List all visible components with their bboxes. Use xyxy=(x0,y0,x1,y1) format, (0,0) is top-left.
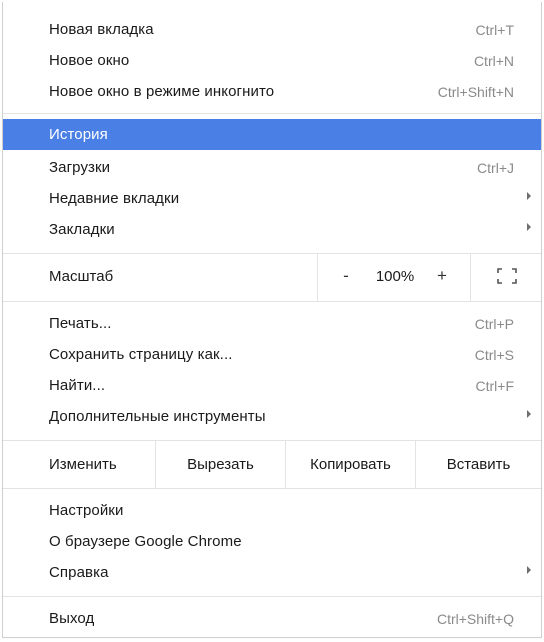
zoom-row: Масштаб - 100% + xyxy=(3,253,541,301)
menu-item-history[interactable]: История xyxy=(3,119,541,150)
chrome-main-menu: Новая вкладка Ctrl+T Новое окно Ctrl+N Н… xyxy=(2,2,542,638)
menu-separator xyxy=(3,301,541,302)
shortcut-label: Ctrl+J xyxy=(477,159,514,176)
menu-item-label: Справка xyxy=(49,564,109,581)
menu-item-label: Дополнительные инструменты xyxy=(49,408,266,425)
menu-item-label: Настройки xyxy=(49,502,124,519)
menu-item-label: Печать... xyxy=(49,315,112,332)
zoom-in-button[interactable]: + xyxy=(432,266,452,286)
shortcut-label: Ctrl+S xyxy=(474,346,514,363)
menu-item-more-tools[interactable]: Дополнительные инструменты xyxy=(3,401,541,432)
zoom-level: 100% xyxy=(375,268,415,285)
menu-item-label: История xyxy=(49,126,108,143)
menu-item-label: Закладки xyxy=(49,221,115,238)
menu-item-recent-tabs[interactable]: Недавние вкладки xyxy=(3,183,541,214)
menu-item-label: О браузере Google Chrome xyxy=(49,533,242,550)
menu-item-exit[interactable]: Выход Ctrl+Shift+Q xyxy=(3,603,541,634)
menu-item-new-tab[interactable]: Новая вкладка Ctrl+T xyxy=(3,14,541,45)
menu-item-new-window[interactable]: Новое окно Ctrl+N xyxy=(3,45,541,76)
shortcut-label: Ctrl+N xyxy=(473,52,514,69)
menu-item-incognito[interactable]: Новое окно в режиме инкогнито Ctrl+Shift… xyxy=(3,76,541,107)
menu-item-label: Новая вкладка xyxy=(49,21,154,38)
edit-label-text: Изменить xyxy=(49,455,117,473)
shortcut-label: Ctrl+T xyxy=(475,21,515,38)
edit-row: Изменить Вырезать Копировать Вставить xyxy=(3,440,541,488)
menu-item-bookmarks[interactable]: Закладки xyxy=(3,214,541,245)
menu-item-label: Недавние вкладки xyxy=(49,190,180,207)
shortcut-label: Ctrl+P xyxy=(474,315,514,332)
zoom-label: Масштаб xyxy=(49,268,114,285)
paste-button[interactable]: Вставить xyxy=(416,440,541,488)
menu-item-label: Сохранить страницу как... xyxy=(49,346,233,363)
menu-item-label: Новое окно xyxy=(49,52,130,69)
zoom-out-button[interactable]: - xyxy=(336,266,356,286)
menu-item-downloads[interactable]: Загрузки Ctrl+J xyxy=(3,152,541,183)
menu-separator xyxy=(3,488,541,489)
menu-item-label: Новое окно в режиме инкогнито xyxy=(49,83,275,100)
menu-separator xyxy=(3,596,541,597)
submenu-arrow-icon xyxy=(527,566,531,574)
submenu-arrow-icon xyxy=(527,410,531,418)
menu-item-label: Загрузки xyxy=(49,159,111,176)
menu-item-settings[interactable]: Настройки xyxy=(3,495,541,526)
submenu-arrow-icon xyxy=(527,192,531,200)
shortcut-label: Ctrl+F xyxy=(475,377,515,394)
edit-label: Изменить xyxy=(3,440,155,488)
submenu-arrow-icon xyxy=(527,223,531,231)
shortcut-label: Ctrl+Shift+Q xyxy=(436,610,514,627)
menu-separator xyxy=(3,113,541,114)
zoom-controls: - 100% + xyxy=(317,253,471,301)
menu-item-help[interactable]: Справка xyxy=(3,557,541,588)
menu-item-about[interactable]: О браузере Google Chrome xyxy=(3,526,541,557)
menu-item-find[interactable]: Найти... Ctrl+F xyxy=(3,370,541,401)
cut-button[interactable]: Вырезать xyxy=(156,440,285,488)
menu-item-print[interactable]: Печать... Ctrl+P xyxy=(3,308,541,339)
menu-item-save-page[interactable]: Сохранить страницу как... Ctrl+S xyxy=(3,339,541,370)
shortcut-label: Ctrl+Shift+N xyxy=(437,83,514,100)
copy-button[interactable]: Копировать xyxy=(286,440,415,488)
fullscreen-icon[interactable] xyxy=(497,268,517,284)
menu-item-label: Найти... xyxy=(49,377,106,394)
menu-item-label: Выход xyxy=(49,610,95,627)
